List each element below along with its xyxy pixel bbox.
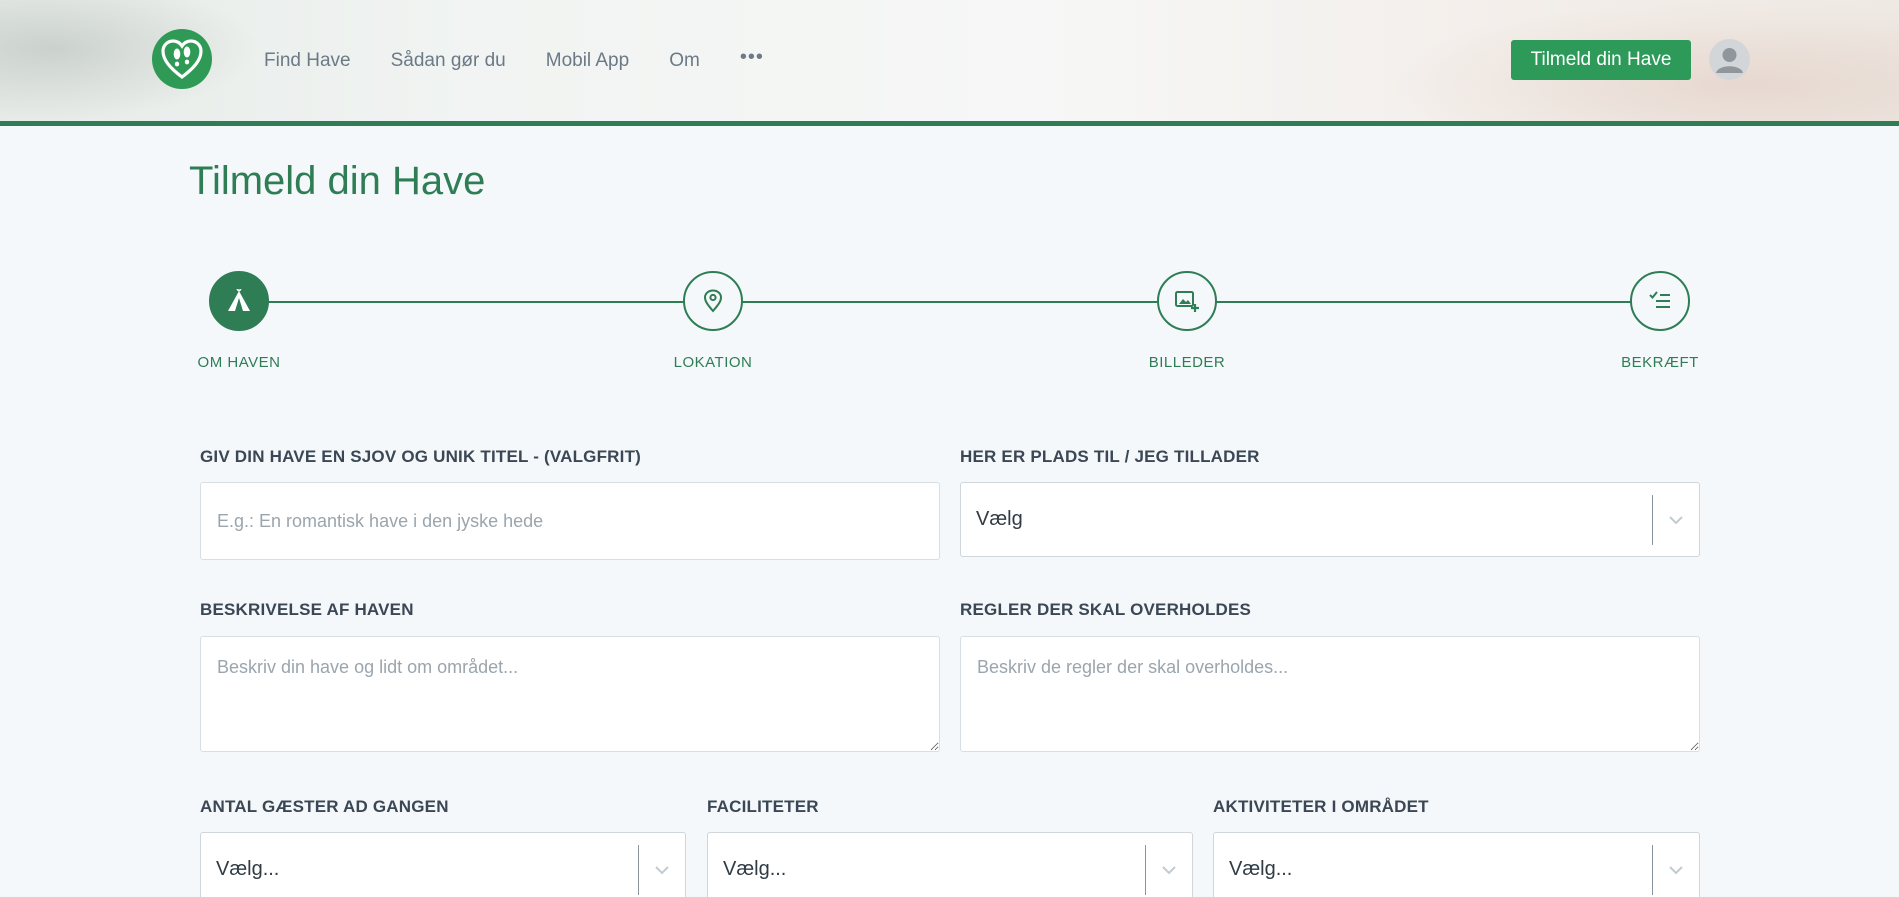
- activities-field-label: AKTIVITETER I OMRÅDET: [1213, 797, 1429, 816]
- allow-field-label: HER ER PLADS TIL / JEG TILLADER: [960, 447, 1260, 466]
- progress-stepper: OM HAVEN LOKATION BILLEDER BEKRÆFT: [198, 271, 1700, 381]
- title-field-label: GIV DIN HAVE EN SJOV OG UNIK TITEL - (VA…: [200, 447, 642, 466]
- facilities-field-label: FACILITETER: [707, 797, 819, 816]
- guests-field-label: ANTAL GÆSTER AD GANGEN: [200, 797, 449, 816]
- title-input[interactable]: [200, 482, 940, 560]
- allow-select[interactable]: Vælg: [960, 482, 1700, 557]
- allow-select-value: Vælg: [976, 508, 1023, 530]
- activities-select-value: Vælg...: [1229, 858, 1293, 880]
- chevron-down-icon[interactable]: [1146, 865, 1192, 875]
- tent-icon: [228, 289, 250, 311]
- facilities-select[interactable]: Vælg...: [707, 832, 1193, 897]
- more-menu-icon[interactable]: •••: [740, 46, 764, 69]
- step-bekraeft[interactable]: [1630, 271, 1690, 331]
- guests-select-value: Vælg...: [216, 858, 280, 880]
- nav-om[interactable]: Om: [669, 50, 700, 72]
- stepper-line: [240, 301, 1660, 303]
- add-image-icon: [1175, 291, 1199, 312]
- activities-select[interactable]: Vælg...: [1213, 832, 1700, 897]
- step-label-bekraeft: BEKRÆFT: [1621, 354, 1699, 371]
- chevron-down-icon[interactable]: [639, 865, 685, 875]
- user-avatar-icon[interactable]: [1709, 39, 1750, 80]
- description-field-label: BESKRIVELSE AF HAVEN: [200, 600, 414, 619]
- step-label-lokation: LOKATION: [673, 354, 753, 371]
- site-header: Find Have Sådan gør du Mobil App Om ••• …: [0, 0, 1899, 126]
- step-om-haven[interactable]: [209, 271, 269, 331]
- rules-field-label: REGLER DER SKAL OVERHOLDES: [960, 600, 1252, 619]
- step-label-billeder: BILLEDER: [1148, 354, 1226, 371]
- nav-sadan-gor-du[interactable]: Sådan gør du: [391, 50, 506, 72]
- description-textarea[interactable]: [200, 636, 940, 752]
- main-nav: Find Have Sådan gør du Mobil App Om •••: [264, 0, 764, 121]
- heart-footprints-logo-icon[interactable]: [152, 29, 212, 89]
- header-background-left: [0, 0, 260, 121]
- step-lokation[interactable]: [683, 271, 743, 331]
- facilities-select-value: Vælg...: [723, 858, 787, 880]
- page-title: Tilmeld din Have: [189, 159, 486, 203]
- guests-select[interactable]: Vælg...: [200, 832, 686, 897]
- step-billeder[interactable]: [1157, 271, 1217, 331]
- nav-find-have[interactable]: Find Have: [264, 50, 351, 72]
- step-label-om-haven: OM HAVEN: [197, 354, 281, 371]
- chevron-down-icon[interactable]: [1653, 865, 1699, 875]
- map-pin-icon: [703, 289, 723, 313]
- nav-mobil-app[interactable]: Mobil App: [546, 50, 629, 72]
- rules-textarea[interactable]: [960, 636, 1700, 752]
- register-garden-button[interactable]: Tilmeld din Have: [1511, 40, 1691, 80]
- chevron-down-icon[interactable]: [1653, 515, 1699, 525]
- checklist-icon: [1649, 291, 1670, 308]
